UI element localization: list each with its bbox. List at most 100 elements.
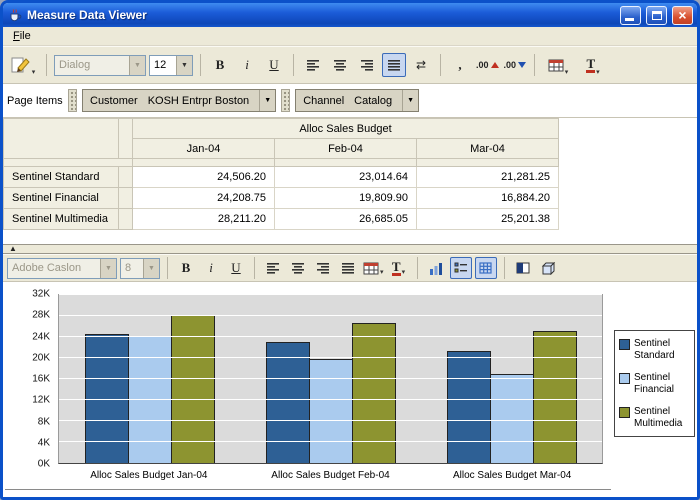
align-right-button[interactable] — [355, 53, 379, 77]
grid-icon — [479, 262, 492, 274]
x-axis-label: Alloc Sales Budget Jan-04 — [58, 467, 240, 481]
depth-3d-button[interactable] — [537, 257, 559, 279]
data-cell: 24,506.20 — [133, 167, 275, 188]
page-item-grip[interactable] — [281, 89, 290, 112]
contrast-icon — [516, 262, 530, 274]
combo-arrow-icon[interactable]: ▼ — [129, 56, 145, 75]
toolbar-separator — [293, 54, 294, 76]
decimal-icon: .00 — [504, 60, 517, 70]
dropdown-arrow-icon: ▾ — [32, 68, 36, 76]
bar-sentinel-standard[interactable] — [266, 342, 310, 463]
format-data-icon — [363, 262, 379, 275]
table-toolbar: ▾ Dialog ▼ 12 ▼ B i U ⇄ , .00 .00 — [3, 46, 697, 84]
decrease-decimal-button[interactable]: .00 — [503, 53, 528, 77]
graph-italic-button[interactable]: i — [200, 257, 222, 279]
graph-format-data-button[interactable]: ▾ — [362, 257, 385, 279]
toolbar-separator — [417, 257, 418, 279]
menu-file[interactable]: File — [5, 28, 39, 44]
row-header-cell[interactable]: Sentinel Standard — [4, 167, 119, 188]
bar-sentinel-financial[interactable] — [309, 359, 353, 463]
column-header-cell[interactable]: Jan-04 — [133, 139, 275, 159]
text-direction-button[interactable]: ⇄ — [409, 53, 433, 77]
italic-button[interactable]: i — [235, 53, 259, 77]
close-button[interactable]: × — [672, 6, 693, 25]
page-item-channel[interactable]: Channel Catalog ▼ — [295, 89, 419, 112]
graph-align-right-button[interactable] — [312, 257, 334, 279]
combo-arrow-icon[interactable]: ▼ — [402, 90, 418, 111]
row-header-cell[interactable]: Sentinel Financial — [4, 188, 119, 209]
thousands-separator-button[interactable]: , — [448, 53, 472, 77]
toolbar-separator — [254, 257, 255, 279]
format-data-button[interactable]: ▾ — [542, 51, 574, 79]
column-header-cell[interactable]: Feb-04 — [275, 139, 417, 159]
maximize-button[interactable] — [646, 6, 667, 25]
minimize-button[interactable] — [620, 6, 641, 25]
row-header-cell[interactable]: Sentinel Multimedia — [4, 209, 119, 230]
toolbar-separator — [46, 54, 47, 76]
row-grip-cell — [119, 209, 133, 230]
align-justify-button[interactable] — [382, 53, 406, 77]
graph-bold-button[interactable]: B — [175, 257, 197, 279]
bar-sentinel-financial[interactable] — [490, 374, 534, 463]
align-left-icon — [306, 59, 320, 71]
gridline — [59, 420, 602, 421]
y-tick-label: 28K — [32, 310, 50, 321]
bar-sentinel-standard[interactable] — [447, 351, 491, 463]
legend-label: Sentinel Financial — [634, 372, 690, 395]
legend-swatch-icon — [619, 373, 630, 384]
chart-y-axis: 0K4K8K12K16K20K24K28K32K — [3, 294, 54, 464]
app-window: Measure Data Viewer × File ▾ Dialog ▼ 12… — [0, 0, 700, 500]
gridline — [59, 399, 602, 400]
align-left-button[interactable] — [301, 53, 325, 77]
window-title: Measure Data Viewer — [27, 8, 615, 22]
font-name-value: Dialog — [55, 56, 129, 75]
underline-icon: U — [269, 57, 278, 73]
legend-label: Sentinel Standard — [634, 338, 690, 361]
measure-grip-row[interactable] — [4, 159, 133, 167]
graph-align-justify-button[interactable] — [337, 257, 359, 279]
graph-font-size-combo[interactable]: 8 ▼ — [120, 258, 160, 279]
font-name-combo[interactable]: Dialog ▼ — [54, 55, 146, 76]
graph-align-center-button[interactable] — [287, 257, 309, 279]
page-item-grip[interactable] — [68, 89, 77, 112]
graph-font-name-value: Adobe Caslon — [8, 259, 100, 278]
graph-font-name-combo[interactable]: Adobe Caslon ▼ — [7, 258, 117, 279]
toolbar-separator — [167, 257, 168, 279]
bold-button[interactable]: B — [208, 53, 232, 77]
graph-align-left-button[interactable] — [262, 257, 284, 279]
gridlines-toggle-button[interactable] — [475, 257, 497, 279]
column-header-cell[interactable]: Mar-04 — [417, 139, 559, 159]
y-tick-label: 32K — [32, 289, 50, 300]
data-cell: 25,201.38 — [417, 209, 559, 230]
bar-group — [59, 295, 240, 463]
increase-decimal-button[interactable]: .00 — [475, 53, 500, 77]
format-labels-button[interactable]: T ▾ — [577, 51, 609, 79]
minimize-icon — [625, 18, 634, 21]
gridline — [59, 336, 602, 337]
bar-group — [240, 295, 421, 463]
row-axis-grip[interactable] — [119, 119, 133, 159]
dropdown-arrow-icon: ▾ — [380, 268, 384, 276]
combo-arrow-icon[interactable]: ▼ — [143, 259, 159, 278]
font-size-combo[interactable]: 12 ▼ — [149, 55, 193, 76]
color-contrast-button[interactable] — [512, 257, 534, 279]
graph-format-labels-button[interactable]: T ▾ — [388, 257, 410, 279]
legend-toggle-button[interactable] — [450, 257, 472, 279]
chart-type-button[interactable] — [425, 257, 447, 279]
underline-button[interactable]: U — [262, 53, 286, 77]
combo-arrow-icon[interactable]: ▼ — [100, 259, 116, 278]
bar-sentinel-multimedia[interactable] — [533, 331, 577, 463]
toolbar-separator — [504, 257, 505, 279]
graph-underline-button[interactable]: U — [225, 257, 247, 279]
page-item-customer[interactable]: Customer KOSH Entrpr Boston ▼ — [82, 89, 276, 112]
combo-arrow-icon[interactable]: ▼ — [259, 90, 275, 111]
edit-sheet-button[interactable]: ▾ — [7, 51, 39, 79]
bold-icon: B — [216, 57, 225, 73]
collapse-pane-icon[interactable]: ▲ — [9, 244, 17, 254]
align-center-button[interactable] — [328, 53, 352, 77]
row-grip-cell — [119, 167, 133, 188]
crosstab-area: Alloc Sales Budget Jan-04 Feb-04 Mar-04 … — [3, 118, 697, 244]
measure-header-cell[interactable]: Alloc Sales Budget — [133, 119, 559, 139]
combo-arrow-icon[interactable]: ▼ — [176, 56, 192, 75]
pane-splitter[interactable]: ▲ — [3, 244, 697, 254]
